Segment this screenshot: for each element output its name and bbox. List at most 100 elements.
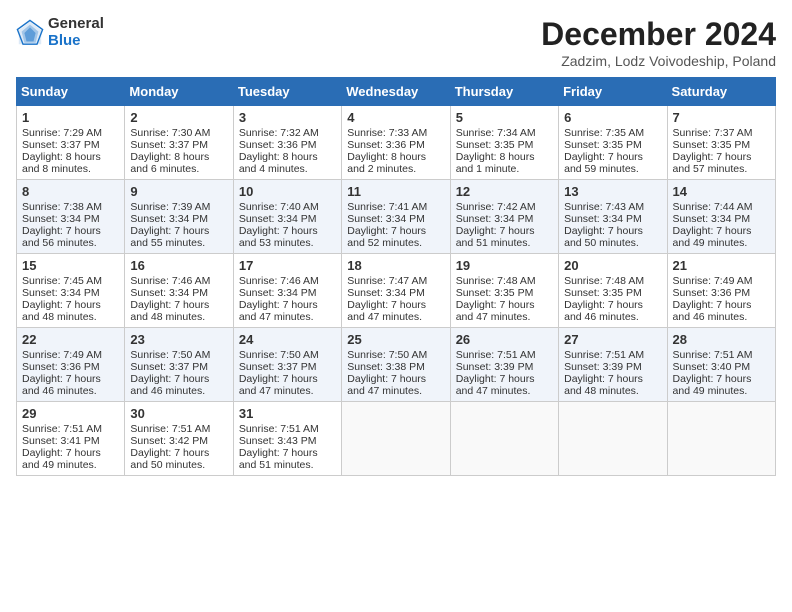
sunset-text: Sunset: 3:35 PM xyxy=(456,139,534,151)
sunrise-text: Sunrise: 7:47 AM xyxy=(347,275,427,287)
sunrise-text: Sunrise: 7:40 AM xyxy=(239,201,319,213)
day-number: 26 xyxy=(456,332,553,347)
calendar-week-row: 8Sunrise: 7:38 AMSunset: 3:34 PMDaylight… xyxy=(17,180,776,254)
sunrise-text: Sunrise: 7:32 AM xyxy=(239,127,319,139)
sunset-text: Sunset: 3:36 PM xyxy=(347,139,425,151)
logo: General Blue xyxy=(16,16,104,49)
sunrise-text: Sunrise: 7:43 AM xyxy=(564,201,644,213)
calendar-cell xyxy=(559,402,667,476)
weekday-header-wednesday: Wednesday xyxy=(342,78,450,106)
sunrise-text: Sunrise: 7:51 AM xyxy=(130,423,210,435)
day-number: 4 xyxy=(347,110,444,125)
sunset-text: Sunset: 3:43 PM xyxy=(239,435,317,447)
sunset-text: Sunset: 3:34 PM xyxy=(456,213,534,225)
sunrise-text: Sunrise: 7:48 AM xyxy=(456,275,536,287)
calendar-week-row: 22Sunrise: 7:49 AMSunset: 3:36 PMDayligh… xyxy=(17,328,776,402)
day-number: 29 xyxy=(22,406,119,421)
calendar-cell: 12 Sunrise: 7:42 AMSunset: 3:34 PMDayligh… xyxy=(450,180,558,254)
calendar-week-row: 1Sunrise: 7:29 AMSunset: 3:37 PMDaylight… xyxy=(17,106,776,180)
daylight-text: Daylight: 7 hours and 48 minutes. xyxy=(564,373,643,397)
calendar-cell: 22 Sunrise: 7:49 AMSunset: 3:36 PMDayligh… xyxy=(17,328,125,402)
day-number: 19 xyxy=(456,258,553,273)
sunset-text: Sunset: 3:39 PM xyxy=(564,361,642,373)
sunrise-text: Sunrise: 7:51 AM xyxy=(564,349,644,361)
calendar-cell: 27 Sunrise: 7:51 AMSunset: 3:39 PMDayligh… xyxy=(559,328,667,402)
sunset-text: Sunset: 3:42 PM xyxy=(130,435,208,447)
daylight-text: Daylight: 7 hours and 51 minutes. xyxy=(456,225,535,249)
sunrise-text: Sunrise: 7:51 AM xyxy=(22,423,102,435)
sunrise-text: Sunrise: 7:29 AM xyxy=(22,127,102,139)
sunrise-text: Sunrise: 7:49 AM xyxy=(22,349,102,361)
daylight-text: Daylight: 7 hours and 48 minutes. xyxy=(22,299,101,323)
day-number: 1 xyxy=(22,110,119,125)
sunset-text: Sunset: 3:34 PM xyxy=(22,213,100,225)
sunset-text: Sunset: 3:36 PM xyxy=(22,361,100,373)
sunrise-text: Sunrise: 7:42 AM xyxy=(456,201,536,213)
daylight-text: Daylight: 7 hours and 49 minutes. xyxy=(673,373,752,397)
daylight-text: Daylight: 7 hours and 46 minutes. xyxy=(564,299,643,323)
calendar-cell: 13Sunrise: 7:43 AMSunset: 3:34 PMDayligh… xyxy=(559,180,667,254)
daylight-text: Daylight: 7 hours and 47 minutes. xyxy=(239,299,318,323)
sunrise-text: Sunrise: 7:34 AM xyxy=(456,127,536,139)
daylight-text: Daylight: 8 hours and 6 minutes. xyxy=(130,151,209,175)
daylight-text: Daylight: 7 hours and 49 minutes. xyxy=(22,447,101,471)
daylight-text: Daylight: 8 hours and 8 minutes. xyxy=(22,151,101,175)
day-number: 31 xyxy=(239,406,336,421)
day-number: 8 xyxy=(22,184,119,199)
day-number: 21 xyxy=(673,258,770,273)
sunrise-text: Sunrise: 7:30 AM xyxy=(130,127,210,139)
daylight-text: Daylight: 7 hours and 50 minutes. xyxy=(130,447,209,471)
daylight-text: Daylight: 7 hours and 57 minutes. xyxy=(673,151,752,175)
title-block: December 2024 Zadzim, Lodz Voivodeship, … xyxy=(541,16,776,69)
calendar-cell xyxy=(342,402,450,476)
sunrise-text: Sunrise: 7:35 AM xyxy=(564,127,644,139)
day-number: 23 xyxy=(130,332,227,347)
sunset-text: Sunset: 3:34 PM xyxy=(130,287,208,299)
sunrise-text: Sunrise: 7:37 AM xyxy=(673,127,753,139)
calendar-cell: 21Sunrise: 7:49 AMSunset: 3:36 PMDayligh… xyxy=(667,254,775,328)
day-number: 24 xyxy=(239,332,336,347)
day-number: 3 xyxy=(239,110,336,125)
calendar-cell: 17Sunrise: 7:46 AMSunset: 3:34 PMDayligh… xyxy=(233,254,341,328)
day-number: 22 xyxy=(22,332,119,347)
calendar-cell: 18Sunrise: 7:47 AMSunset: 3:34 PMDayligh… xyxy=(342,254,450,328)
day-number: 14 xyxy=(673,184,770,199)
daylight-text: Daylight: 8 hours and 2 minutes. xyxy=(347,151,426,175)
day-number: 9 xyxy=(130,184,227,199)
daylight-text: Daylight: 7 hours and 47 minutes. xyxy=(347,299,426,323)
sunset-text: Sunset: 3:35 PM xyxy=(673,139,751,151)
day-number: 2 xyxy=(130,110,227,125)
day-number: 27 xyxy=(564,332,661,347)
sunrise-text: Sunrise: 7:50 AM xyxy=(239,349,319,361)
day-number: 16 xyxy=(130,258,227,273)
calendar-cell: 11Sunrise: 7:41 AMSunset: 3:34 PMDayligh… xyxy=(342,180,450,254)
daylight-text: Daylight: 7 hours and 47 minutes. xyxy=(347,373,426,397)
daylight-text: Daylight: 7 hours and 47 minutes. xyxy=(456,299,535,323)
calendar-cell: 28Sunrise: 7:51 AMSunset: 3:40 PMDayligh… xyxy=(667,328,775,402)
calendar-week-row: 15Sunrise: 7:45 AMSunset: 3:34 PMDayligh… xyxy=(17,254,776,328)
calendar-cell: 4 Sunrise: 7:33 AMSunset: 3:36 PMDaylight… xyxy=(342,106,450,180)
sunset-text: Sunset: 3:35 PM xyxy=(564,287,642,299)
sunset-text: Sunset: 3:36 PM xyxy=(673,287,751,299)
sunrise-text: Sunrise: 7:33 AM xyxy=(347,127,427,139)
calendar-cell: 29 Sunrise: 7:51 AMSunset: 3:41 PMDayligh… xyxy=(17,402,125,476)
day-number: 30 xyxy=(130,406,227,421)
day-number: 28 xyxy=(673,332,770,347)
weekday-header-row: SundayMondayTuesdayWednesdayThursdayFrid… xyxy=(17,78,776,106)
sunset-text: Sunset: 3:37 PM xyxy=(130,361,208,373)
day-number: 15 xyxy=(22,258,119,273)
daylight-text: Daylight: 7 hours and 46 minutes. xyxy=(673,299,752,323)
daylight-text: Daylight: 7 hours and 52 minutes. xyxy=(347,225,426,249)
sunset-text: Sunset: 3:34 PM xyxy=(564,213,642,225)
day-number: 12 xyxy=(456,184,553,199)
calendar-cell xyxy=(450,402,558,476)
sunrise-text: Sunrise: 7:51 AM xyxy=(456,349,536,361)
calendar-cell: 14Sunrise: 7:44 AMSunset: 3:34 PMDayligh… xyxy=(667,180,775,254)
day-number: 7 xyxy=(673,110,770,125)
sunset-text: Sunset: 3:36 PM xyxy=(239,139,317,151)
daylight-text: Daylight: 7 hours and 46 minutes. xyxy=(22,373,101,397)
sunset-text: Sunset: 3:41 PM xyxy=(22,435,100,447)
calendar-cell: 26Sunrise: 7:51 AMSunset: 3:39 PMDayligh… xyxy=(450,328,558,402)
daylight-text: Daylight: 7 hours and 55 minutes. xyxy=(130,225,209,249)
sunset-text: Sunset: 3:39 PM xyxy=(456,361,534,373)
